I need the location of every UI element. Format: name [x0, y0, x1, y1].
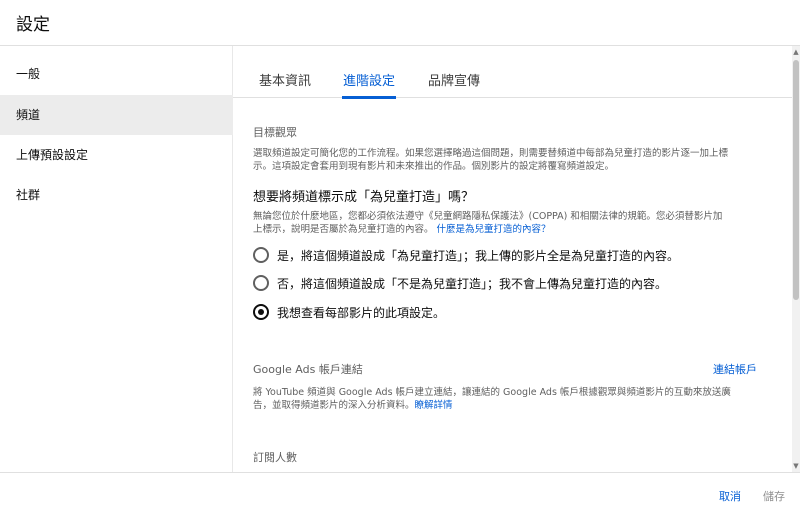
dialog-header: 設定 — [0, 0, 800, 46]
made-for-kids-question: 想要將頻道標示成「為兒童打造」嗎？ — [253, 190, 475, 205]
sidebar-item-upload-defaults[interactable]: 上傳預設設定 — [0, 135, 233, 175]
radio-label: 否，將這個頻道設成「不是為兒童打造」；我不會上傳為兒童打造的內容。 — [277, 276, 668, 291]
dialog-title: 設定 — [16, 15, 50, 35]
active-tab-indicator — [342, 96, 396, 99]
tab-branding[interactable]: 品牌宣傳 — [428, 70, 480, 89]
sidebar-item-community[interactable]: 社群 — [0, 175, 233, 215]
audience-heading: 目標觀眾 — [253, 126, 297, 139]
radio-button-selected[interactable] — [253, 304, 269, 320]
learn-more-link[interactable]: 瞭解詳情 — [415, 400, 453, 411]
coppa-help-line: 無論您位於什麼地區，您都必須依法遵守《兒童網路隱私保護法》(COPPA) 和相關… — [253, 211, 723, 222]
radio-label: 我想查看每部影片的此項設定。 — [277, 305, 446, 320]
radio-option-review-each-video[interactable]: 我想查看每部影片的此項設定。 — [253, 301, 445, 323]
content-scrollbar[interactable]: ▲ ▼ — [792, 46, 800, 472]
tab-bar: 基本資訊 進階設定 品牌宣傳 — [233, 46, 792, 99]
google-ads-description: 將 YouTube 頻道與 Google Ads 帳戶建立連結，讓連結的 Goo… — [253, 386, 783, 412]
google-ads-description-line: 告，並取得頻道影片的深入分析資料。 — [253, 400, 415, 411]
coppa-help-line: 上標示，說明是否屬於為兒童打造的內容。 — [253, 224, 434, 235]
sidebar-item-general[interactable]: 一般 — [0, 54, 233, 94]
radio-label: 是，將這個頻道設成「為兒童打造」；我上傳的影片全是為兒童打造的內容。 — [277, 248, 680, 263]
settings-content: 基本資訊 進階設定 品牌宣傳 目標觀眾 選取頻道設定可簡化您的工作流程。如果您選… — [233, 46, 792, 472]
radio-button[interactable] — [253, 275, 269, 291]
radio-button[interactable] — [253, 247, 269, 263]
scroll-up-arrow-icon[interactable]: ▲ — [792, 46, 800, 58]
tab-basic-info[interactable]: 基本資訊 — [259, 70, 311, 89]
save-button[interactable]: 儲存 — [763, 488, 785, 504]
tab-advanced-settings[interactable]: 進階設定 — [343, 70, 395, 89]
coppa-help-text: 無論您位於什麼地區，您都必須依法遵守《兒童網路隱私保護法》(COPPA) 和相關… — [253, 210, 783, 236]
settings-sidebar: 一般 頻道 上傳預設設定 社群 — [0, 46, 233, 472]
audience-description: 選取頻道設定可簡化您的工作流程。如果您選擇略過這個問題，則需要替頻道中每部為兒童… — [253, 147, 783, 173]
audience-description-line: 示。這項設定會套用到現有影片和未來推出的作品。個別影片的設定將覆寫頻道設定。 — [253, 161, 615, 172]
made-for-kids-help-link[interactable]: 什麼是為兒童打造的內容？ — [437, 224, 551, 235]
dialog-footer: 取消 儲存 — [0, 472, 800, 511]
scroll-down-arrow-icon[interactable]: ▼ — [792, 460, 800, 472]
link-account-button[interactable]: 連結帳戶 — [713, 361, 757, 377]
google-ads-description-line: 將 YouTube 頻道與 Google Ads 帳戶建立連結，讓連結的 Goo… — [253, 387, 731, 398]
audience-description-line: 選取頻道設定可簡化您的工作流程。如果您選擇略過這個問題，則需要替頻道中每部為兒童… — [253, 148, 729, 159]
sidebar-item-channel[interactable]: 頻道 — [0, 95, 233, 135]
cancel-button[interactable]: 取消 — [719, 488, 741, 504]
radio-option-not-made-for-kids[interactable]: 否，將這個頻道設成「不是為兒童打造」；我不會上傳為兒童打造的內容。 — [253, 272, 667, 294]
subscribers-heading: 訂閱人數 — [253, 451, 297, 464]
google-ads-heading: Google Ads 帳戶連結 — [253, 363, 363, 376]
scrollbar-thumb[interactable] — [793, 60, 799, 300]
radio-option-made-for-kids[interactable]: 是，將這個頻道設成「為兒童打造」；我上傳的影片全是為兒童打造的內容。 — [253, 244, 679, 266]
